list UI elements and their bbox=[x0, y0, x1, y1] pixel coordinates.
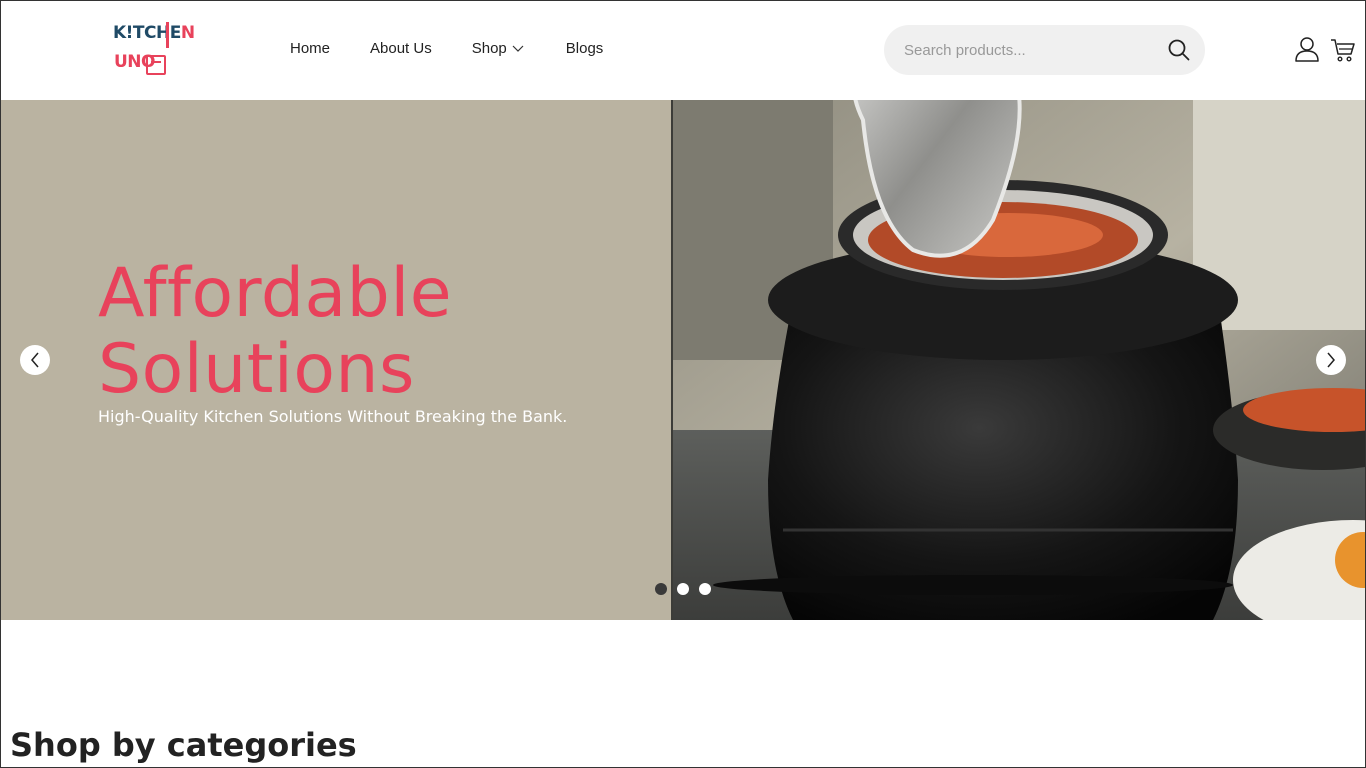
hero-product-image bbox=[673, 100, 1366, 620]
slider-dot-1[interactable] bbox=[655, 583, 667, 595]
main-nav: Home About Us Shop Blogs bbox=[290, 40, 643, 57]
cart-icon[interactable] bbox=[1330, 37, 1356, 63]
search-bar bbox=[884, 25, 1205, 75]
nav-about-us[interactable]: About Us bbox=[370, 40, 432, 57]
logo-stove-icon bbox=[146, 55, 166, 75]
slider-prev-button[interactable] bbox=[20, 345, 50, 375]
brand-logo[interactable]: K!TCHEN UNO bbox=[110, 20, 195, 80]
search-input[interactable] bbox=[904, 25, 1154, 75]
hero-title-line2: Solutions bbox=[98, 330, 415, 409]
user-icon[interactable] bbox=[1294, 36, 1320, 62]
nav-home[interactable]: Home bbox=[290, 40, 330, 57]
slider-next-button[interactable] bbox=[1316, 345, 1346, 375]
chevron-right-icon bbox=[1327, 352, 1335, 368]
logo-text-top: K!TCHEN bbox=[113, 23, 195, 43]
categories-section-title: Shop by categories bbox=[10, 726, 357, 764]
hero-text-panel: Affordable Solutions High-Quality Kitche… bbox=[0, 100, 673, 620]
nav-shop-label: Shop bbox=[471, 40, 507, 57]
hero-subtitle: High-Quality Kitchen Solutions Without B… bbox=[98, 407, 568, 426]
slider-dot-2[interactable] bbox=[677, 583, 689, 595]
site-header: K!TCHEN UNO Home About Us Shop Blogs bbox=[0, 0, 1366, 100]
slider-dots bbox=[655, 583, 721, 595]
slider-dot-3[interactable] bbox=[699, 583, 711, 595]
search-icon[interactable] bbox=[1167, 38, 1191, 62]
nav-blogs[interactable]: Blogs bbox=[566, 40, 604, 57]
hero-title: Affordable Solutions bbox=[98, 256, 452, 408]
chevron-left-icon bbox=[31, 352, 39, 368]
chevron-down-icon bbox=[512, 40, 524, 57]
hero-title-line1: Affordable bbox=[98, 254, 453, 333]
logo-bar bbox=[166, 22, 169, 48]
hero-slider: Affordable Solutions High-Quality Kitche… bbox=[0, 100, 1366, 620]
nav-shop[interactable]: Shop bbox=[472, 40, 524, 57]
